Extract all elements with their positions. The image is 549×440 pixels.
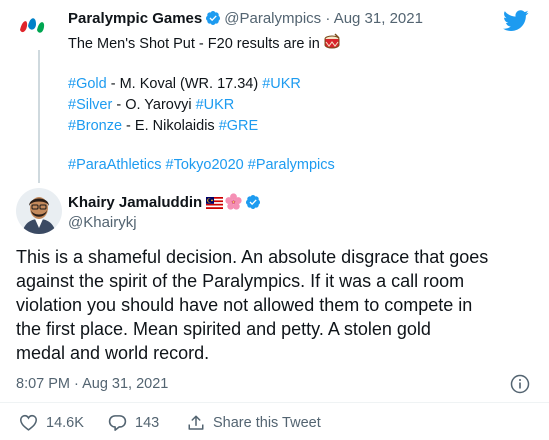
divider: [0, 402, 549, 403]
share-icon: [188, 415, 204, 430]
result-bronze: #Bronze - E. Nikolaidis #GRE: [68, 116, 258, 136]
parent-text: The Men's Shot Put - F20 results are in: [68, 36, 320, 52]
thread-line: [38, 50, 40, 183]
paralympics-avatar[interactable]: [16, 12, 48, 44]
share-label: Share this Tweet: [213, 415, 321, 431]
hashtag-ukr[interactable]: #UKR: [262, 76, 301, 92]
reply-button[interactable]: 143: [108, 414, 159, 432]
body-line: This is a shameful decision. An absolute…: [16, 247, 489, 267]
main-author-handle[interactable]: @Khairykj: [68, 214, 137, 231]
hashtag-silver[interactable]: #Silver: [68, 97, 112, 113]
main-author-row: Khairy Jamaluddin: [68, 193, 264, 214]
malaysia-flag-icon: [206, 196, 224, 213]
like-button[interactable]: 14.6K: [19, 414, 84, 431]
parent-author-handle[interactable]: @Paralympics: [224, 10, 321, 27]
heart-icon: [19, 414, 38, 431]
info-button[interactable]: [510, 374, 530, 394]
share-button[interactable]: Share this Tweet: [187, 414, 321, 432]
hashtag-gold[interactable]: #Gold: [68, 76, 107, 92]
tweet-timestamp[interactable]: 8:07 PM · Aug 31, 2021: [16, 376, 168, 392]
hibiscus-icon: [225, 193, 242, 214]
gold-athlete: - M. Koval (WR. 17.34): [106, 76, 263, 92]
verified-icon: [245, 194, 261, 214]
reply-count: 143: [135, 415, 160, 431]
body-line: against the spirit of the Paralympics. I…: [16, 271, 465, 291]
parent-hashtags[interactable]: #ParaAthletics #Tokyo2020 #Paralympics: [68, 155, 335, 175]
twitter-logo[interactable]: [503, 10, 529, 32]
like-count: 14.6K: [46, 414, 84, 431]
parent-tweet-header: Paralympic Games @Paralympics · Aug 31, 2…: [68, 10, 423, 30]
main-author-name[interactable]: Khairy Jamaluddin: [68, 194, 202, 211]
body-line: medal and world record.: [16, 343, 210, 363]
main-tweet-body: This is a shameful decision. An absolute…: [16, 245, 536, 365]
result-gold: #Gold - M. Koval (WR. 17.34) #UKR: [68, 74, 301, 94]
bronze-athlete: - E. Nikolaidis: [122, 118, 219, 134]
hashtag-gre[interactable]: #GRE: [219, 118, 259, 134]
parent-date[interactable]: Aug 31, 2021: [334, 10, 423, 27]
result-silver: #Silver - O. Yarovyi #UKR: [68, 95, 234, 115]
hashtag-bronze[interactable]: #Bronze: [68, 118, 122, 134]
parent-author-name[interactable]: Paralympic Games: [68, 10, 202, 27]
body-line: violation you should have not allowed th…: [16, 295, 473, 315]
silver-athlete: - O. Yarovyi: [112, 97, 196, 113]
hashtag-ukr[interactable]: #UKR: [196, 97, 235, 113]
drum-icon: [323, 33, 341, 57]
khairy-avatar[interactable]: [16, 188, 62, 234]
parent-tweet-text: The Men's Shot Put - F20 results are in: [68, 33, 341, 57]
twitter-bird-icon: [503, 10, 529, 31]
body-line: the first place. Mean spirited and petty…: [16, 319, 431, 339]
reply-icon: [108, 415, 127, 431]
paralympics-logo-icon: [20, 18, 45, 33]
verified-icon: [205, 10, 221, 30]
info-icon: [510, 374, 530, 394]
